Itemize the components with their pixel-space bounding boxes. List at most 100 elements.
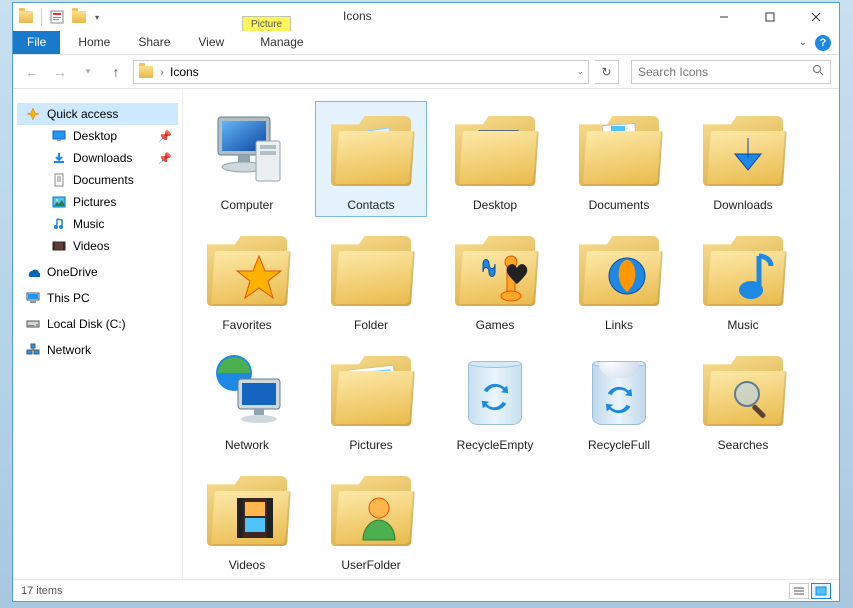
item-pictures[interactable]: Pictures bbox=[315, 341, 427, 457]
sidebar-documents[interactable]: Documents bbox=[17, 169, 178, 191]
item-videos[interactable]: Videos bbox=[191, 461, 303, 577]
sidebar-label: Videos bbox=[73, 239, 109, 253]
sidebar-network[interactable]: Network bbox=[17, 339, 178, 361]
item-music[interactable]: Music bbox=[687, 221, 799, 337]
up-button[interactable]: ↑ bbox=[105, 61, 127, 83]
item-searches[interactable]: Searches bbox=[687, 341, 799, 457]
sidebar-downloads[interactable]: Downloads 📌 bbox=[17, 147, 178, 169]
thumbnails-view-button[interactable] bbox=[811, 583, 831, 599]
title-bar[interactable]: ▾ Picture Tools Icons bbox=[13, 3, 839, 31]
refresh-button[interactable]: ↻ bbox=[595, 60, 619, 84]
content-pane[interactable]: Computer bbox=[183, 89, 839, 579]
pictures-icon bbox=[323, 346, 419, 436]
window-controls bbox=[701, 3, 839, 31]
computer-icon bbox=[199, 106, 295, 196]
item-label: Videos bbox=[229, 556, 265, 572]
folder-icon[interactable] bbox=[17, 8, 35, 26]
forward-button[interactable]: → bbox=[49, 61, 71, 83]
documents-icon bbox=[51, 172, 67, 188]
minimize-button[interactable] bbox=[701, 3, 747, 31]
new-folder-icon[interactable] bbox=[70, 8, 88, 26]
breadcrumb-current[interactable]: Icons bbox=[170, 65, 199, 79]
music-icon bbox=[51, 216, 67, 232]
qat-dropdown-icon[interactable]: ▾ bbox=[92, 13, 102, 22]
tab-manage[interactable]: Manage bbox=[246, 31, 317, 54]
item-label: Games bbox=[476, 316, 515, 332]
status-bar: 17 items bbox=[13, 579, 839, 601]
close-button[interactable] bbox=[793, 3, 839, 31]
item-favorites[interactable]: Favorites bbox=[191, 221, 303, 337]
item-folder[interactable]: Folder bbox=[315, 221, 427, 337]
item-recycle-full[interactable]: RecycleFull bbox=[563, 341, 675, 457]
sidebar-videos[interactable]: Videos bbox=[17, 235, 178, 257]
item-contacts[interactable]: Contacts bbox=[315, 101, 427, 217]
links-icon bbox=[571, 226, 667, 316]
item-label: RecycleEmpty bbox=[457, 436, 534, 452]
item-recycle-empty[interactable]: RecycleEmpty bbox=[439, 341, 551, 457]
sidebar-thispc[interactable]: This PC bbox=[17, 287, 178, 309]
address-dropdown-icon[interactable]: ⌄ bbox=[576, 66, 588, 77]
sidebar-label: Music bbox=[73, 217, 104, 231]
sidebar-localdisk[interactable]: Local Disk (C:) bbox=[17, 313, 178, 335]
item-label: Searches bbox=[718, 436, 769, 452]
network-icon bbox=[199, 346, 295, 436]
disk-icon bbox=[25, 316, 41, 332]
thispc-icon bbox=[25, 290, 41, 306]
item-network[interactable]: Network bbox=[191, 341, 303, 457]
address-bar[interactable]: › Icons ⌄ bbox=[133, 60, 589, 84]
item-label: UserFolder bbox=[341, 556, 400, 572]
sidebar-onedrive[interactable]: OneDrive bbox=[17, 261, 178, 283]
details-view-button[interactable] bbox=[789, 583, 809, 599]
tab-file[interactable]: File bbox=[13, 31, 60, 54]
favorites-icon bbox=[199, 226, 295, 316]
item-games[interactable]: Games bbox=[439, 221, 551, 337]
sidebar-quick-access[interactable]: Quick access bbox=[17, 103, 178, 125]
item-documents[interactable]: Documents bbox=[563, 101, 675, 217]
item-links[interactable]: Links bbox=[563, 221, 675, 337]
help-icon[interactable]: ? bbox=[815, 35, 831, 51]
userfolder-icon bbox=[323, 466, 419, 556]
folder-icon bbox=[323, 226, 419, 316]
tab-view[interactable]: View bbox=[184, 31, 238, 54]
properties-icon[interactable] bbox=[48, 8, 66, 26]
tab-share[interactable]: Share bbox=[124, 31, 184, 54]
downloads-icon bbox=[51, 150, 67, 166]
item-desktop[interactable]: Desktop bbox=[439, 101, 551, 217]
folder-icon bbox=[138, 64, 154, 80]
item-label: Contacts bbox=[347, 196, 394, 212]
pin-icon[interactable]: 📌 bbox=[158, 130, 172, 143]
item-computer[interactable]: Computer bbox=[191, 101, 303, 217]
item-label: Pictures bbox=[349, 436, 392, 452]
search-placeholder: Search Icons bbox=[638, 65, 708, 79]
expand-ribbon-icon[interactable]: ⌄ bbox=[799, 37, 807, 48]
window-title: Icons bbox=[343, 9, 372, 23]
sidebar-pictures[interactable]: Pictures bbox=[17, 191, 178, 213]
maximize-button[interactable] bbox=[747, 3, 793, 31]
search-box[interactable]: Search Icons bbox=[631, 60, 831, 84]
tab-home[interactable]: Home bbox=[64, 31, 124, 54]
pin-icon[interactable]: 📌 bbox=[158, 152, 172, 165]
desktop-icon bbox=[447, 106, 543, 196]
contacts-icon bbox=[323, 106, 419, 196]
sidebar-desktop[interactable]: Desktop 📌 bbox=[17, 125, 178, 147]
sidebar-label: Downloads bbox=[73, 151, 132, 165]
sidebar-label: Pictures bbox=[73, 195, 116, 209]
item-label: Links bbox=[605, 316, 633, 332]
view-toggle bbox=[789, 583, 831, 599]
explorer-window: ▾ Picture Tools Icons File Home Share Vi… bbox=[12, 2, 840, 602]
item-downloads[interactable]: Downloads bbox=[687, 101, 799, 217]
music-icon bbox=[695, 226, 791, 316]
history-dropdown-icon[interactable]: ▾ bbox=[77, 61, 99, 83]
item-label: Downloads bbox=[713, 196, 772, 212]
sidebar-music[interactable]: Music bbox=[17, 213, 178, 235]
status-count: 17 items bbox=[21, 585, 63, 597]
breadcrumb-sep: › bbox=[160, 65, 164, 79]
pictures-icon bbox=[51, 194, 67, 210]
navigation-pane[interactable]: Quick access Desktop 📌 Downloads 📌 Docum… bbox=[13, 89, 183, 579]
item-label: Documents bbox=[589, 196, 650, 212]
item-userfolder[interactable]: UserFolder bbox=[315, 461, 427, 577]
item-label: Favorites bbox=[222, 316, 271, 332]
sidebar-label: Desktop bbox=[73, 129, 117, 143]
body: Quick access Desktop 📌 Downloads 📌 Docum… bbox=[13, 89, 839, 579]
back-button[interactable]: ← bbox=[21, 61, 43, 83]
